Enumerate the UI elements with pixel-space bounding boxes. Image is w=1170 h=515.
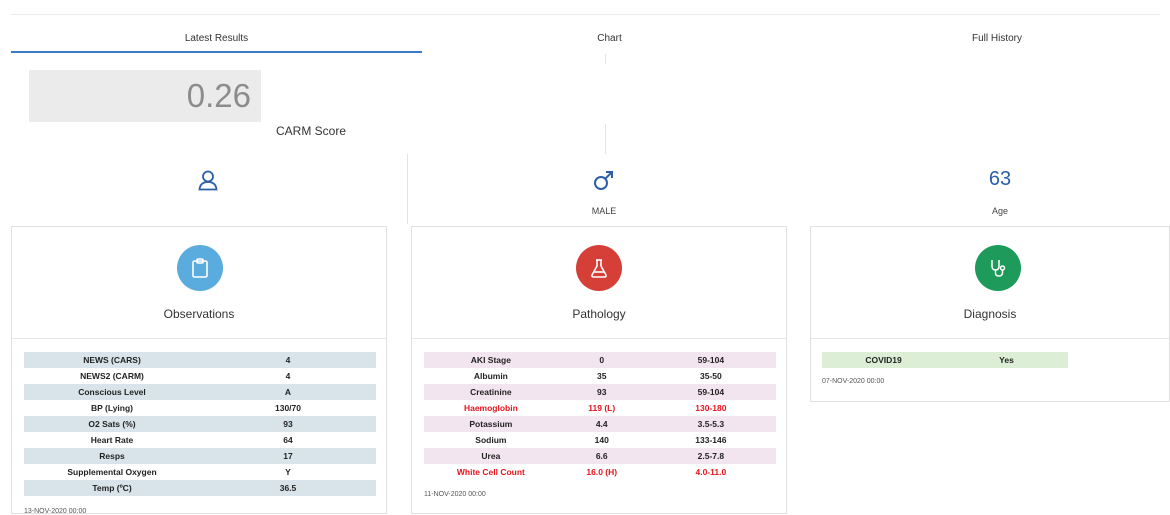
table-row: Supplemental Oxygen Y: [24, 464, 376, 480]
pathology-card: Pathology AKI Stage 0 59-104 Albumin 35 35-50…: [411, 226, 787, 514]
tab-chart[interactable]: Chart: [422, 33, 797, 44]
pathology-reference-range: 59-104: [697, 355, 725, 365]
table-row: Temp (ºC) 36.5: [24, 480, 376, 496]
observation-value: A: [284, 387, 292, 397]
table-row: O2 Sats (%) 93: [24, 416, 376, 432]
observation-name: Heart Rate: [90, 435, 134, 445]
diagnosis-card: Diagnosis COVID19 Yes 07-NOV-2020 00:00: [810, 226, 1170, 402]
observations-card: Observations NEWS (CARS) 4 NEWS2 (CARM) 4 Co…: [11, 226, 387, 515]
table-row: COVID19 Yes: [822, 352, 1068, 368]
diagnosis-timestamp: 07-NOV-2020 00:00: [822, 378, 885, 385]
table-row: Resps 17: [24, 448, 376, 464]
active-tab-indicator: [11, 51, 422, 53]
table-row: Urea 6.6 2.5-7.8: [424, 448, 776, 464]
pathology-reference-range: 35-50: [700, 371, 722, 381]
flask-icon: [576, 245, 622, 291]
pathology-test-name: Potassium: [469, 419, 513, 429]
observation-name: NEWS2 (CARM): [80, 371, 144, 381]
observation-name: Temp (ºC): [92, 483, 132, 493]
stethoscope-icon: [975, 245, 1021, 291]
table-row: Heart Rate 64: [24, 432, 376, 448]
card-divider: [412, 338, 786, 339]
pathology-reference-range: 133-146: [695, 435, 727, 445]
pathology-title: Pathology: [572, 307, 626, 321]
observation-value: 4: [285, 355, 291, 365]
pathology-test-name: Haemoglobin: [463, 403, 518, 413]
table-row: AKI Stage 0 59-104: [424, 352, 776, 368]
observation-name: Conscious Level: [78, 387, 146, 397]
observations-table: NEWS (CARS) 4 NEWS2 (CARM) 4 Conscious Level…: [24, 352, 376, 496]
observation-value: 36.5: [279, 483, 297, 493]
diagnosis-table: COVID19 Yes: [822, 352, 1068, 368]
pathology-test-name: Creatinine: [470, 387, 512, 397]
pathology-test-value: 4.4: [595, 419, 608, 429]
divider: [605, 124, 606, 154]
pathology-test-value: 140: [594, 435, 609, 445]
pathology-reference-range: 130-180: [695, 403, 727, 413]
card-divider: [811, 338, 1169, 339]
diagnosis-title: Diagnosis: [963, 307, 1017, 321]
observation-name: NEWS (CARS): [83, 355, 141, 365]
observation-value: 130/70: [275, 403, 301, 413]
table-row: NEWS (CARS) 4: [24, 352, 376, 368]
pathology-test-value: 35: [597, 371, 607, 381]
pathology-reference-range: 3.5-5.3: [697, 419, 725, 429]
carm-score-value: 0.26: [29, 70, 261, 122]
divider: [407, 154, 408, 224]
pathology-test-value: 0: [599, 355, 605, 365]
observation-name: Resps: [99, 451, 125, 461]
age-value: 63: [988, 168, 1012, 190]
age-label: Age: [991, 206, 1008, 216]
diagnosis-name: COVID19: [865, 355, 902, 365]
observation-value: 64: [283, 435, 293, 445]
card-divider: [12, 338, 386, 339]
table-row: Creatinine 93 59-104: [424, 384, 776, 400]
tab-latest-results[interactable]: Latest Results: [11, 33, 422, 44]
observations-title: Observations: [163, 307, 235, 321]
clipboard-icon: [177, 245, 223, 291]
diagnosis-value: Yes: [999, 355, 1014, 365]
observation-value: 17: [283, 451, 293, 461]
pathology-test-name: Urea: [481, 451, 501, 461]
carm-score-label: CARM Score: [276, 124, 347, 138]
pathology-test-name: Albumin: [473, 371, 508, 381]
observation-name: O2 Sats (%): [88, 419, 136, 429]
table-row: NEWS2 (CARM) 4: [24, 368, 376, 384]
tab-full-history[interactable]: Full History: [797, 33, 1170, 44]
table-row: White Cell Count 16.0 (H) 4.0-11.0: [424, 464, 776, 480]
observation-name: BP (Lying): [90, 403, 134, 413]
table-row: BP (Lying) 130/70: [24, 400, 376, 416]
pathology-table: AKI Stage 0 59-104 Albumin 35 35-50 Creatinine…: [424, 352, 776, 480]
pathology-test-name: Sodium: [475, 435, 507, 445]
gender-label: MALE: [591, 206, 617, 216]
pathology-test-name: AKI Stage: [470, 355, 511, 365]
divider: [605, 54, 606, 64]
header-divider: [10, 14, 1160, 15]
observation-value: 93: [283, 419, 293, 429]
pathology-reference-range: 2.5-7.8: [697, 451, 725, 461]
table-row: Haemoglobin 119 (L) 130-180: [424, 400, 776, 416]
observation-value: 4: [285, 371, 291, 381]
person-icon: [192, 164, 224, 196]
table-row: Conscious Level A: [24, 384, 376, 400]
male-symbol-icon: [588, 164, 620, 196]
pathology-test-value: 93: [597, 387, 607, 397]
table-row: Albumin 35 35-50: [424, 368, 776, 384]
observation-name: Supplemental Oxygen: [67, 467, 157, 477]
pathology-reference-range: 59-104: [697, 387, 725, 397]
pathology-test-name: White Cell Count: [456, 467, 525, 477]
observation-value: Y: [285, 467, 291, 477]
table-row: Sodium 140 133-146: [424, 432, 776, 448]
pathology-timestamp: 11-NOV-2020 00:00: [424, 491, 486, 498]
pathology-test-value: 6.6: [595, 451, 608, 461]
pathology-reference-range: 4.0-11.0: [695, 467, 727, 477]
pathology-test-value: 16.0 (H): [586, 467, 618, 477]
table-row: Potassium 4.4 3.5-5.3: [424, 416, 776, 432]
pathology-test-value: 119 (L): [588, 403, 616, 413]
